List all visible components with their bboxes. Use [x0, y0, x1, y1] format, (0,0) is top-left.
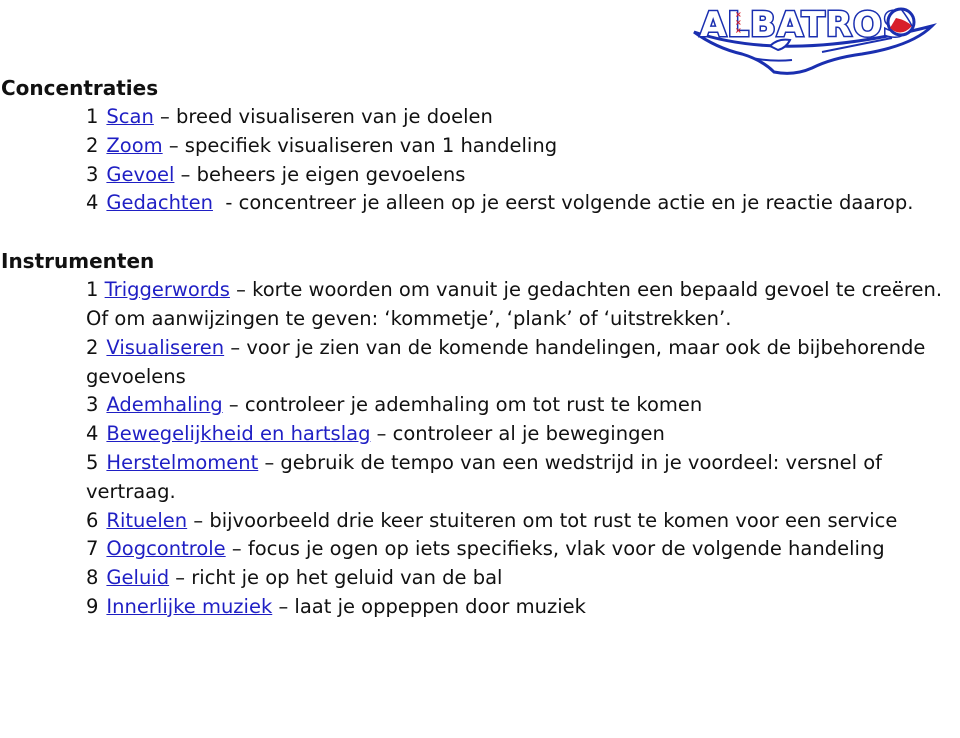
link-geluid[interactable]: Geluid	[106, 566, 169, 589]
item-number: 4	[86, 422, 99, 446]
list-item: 4 Bewegelijkheid en hartslag – controleer…	[0, 420, 960, 449]
list-item: 7 Oogcontrole – focus je ogen op iets spe…	[0, 535, 960, 564]
item-number: 8	[86, 566, 99, 590]
svg-text:×: ×	[735, 26, 742, 35]
item-separator: –	[187, 508, 210, 532]
section-title: Concentraties	[1, 76, 159, 100]
item-description: specifiek visualiseren van 1 handeling	[184, 133, 558, 157]
volleyball-icon	[886, 7, 916, 37]
amsterdam-crosses-icon: × × ×	[735, 10, 742, 35]
link-innerlijke-muziek[interactable]: Innerlijke muziek	[106, 595, 272, 618]
link-ademhaling[interactable]: Ademhaling	[106, 393, 222, 416]
item-separator: –	[169, 566, 192, 590]
link-oogcontrole[interactable]: Oogcontrole	[106, 537, 225, 560]
link-scan[interactable]: Scan	[106, 105, 153, 128]
link-gedachten[interactable]: Gedachten	[106, 191, 213, 214]
item-number: 3	[86, 162, 99, 186]
list-item: 4 Gedachten - concentreer je alleen op je…	[0, 189, 960, 218]
item-number: 6	[86, 508, 99, 532]
item-description: focus je ogen op iets specifieks, vlak v…	[247, 537, 885, 561]
item-separator: –	[224, 335, 247, 359]
item-separator: –	[229, 278, 253, 302]
item-separator: –	[370, 422, 393, 446]
item-number: 7	[86, 537, 99, 561]
link-visualiseren[interactable]: Visualiseren	[106, 336, 224, 359]
list-item: 6 Rituelen – bijvoorbeeld drie keer stuit…	[0, 507, 960, 536]
albatros-logo: ALBATROS × × ×	[682, 2, 948, 76]
item-description: beheers je eigen gevoelens	[196, 162, 466, 186]
item-separator: –	[162, 133, 185, 157]
item-description: laat je oppeppen door muziek	[294, 594, 586, 618]
item-description: concentreer je alleen op je eerst volgen…	[238, 191, 914, 215]
item-description: bijvoorbeeld drie keer stuiteren om tot …	[209, 508, 898, 532]
link-triggerwords[interactable]: Triggerwords	[105, 278, 230, 301]
link-herstelmoment[interactable]: Herstelmoment	[106, 451, 258, 474]
link-zoom[interactable]: Zoom	[106, 134, 162, 157]
item-separator: –	[225, 537, 248, 561]
item-description: controleer je ademhaling om tot rust te …	[244, 393, 703, 417]
section-concentraties: Concentraties 1 Scan – breed visualiseren…	[0, 74, 960, 218]
item-number: 1	[86, 278, 99, 302]
list-item: 3 Ademhaling – controleer je ademhaling o…	[0, 391, 960, 420]
item-number: 1	[86, 105, 99, 128]
list-item: 9 Innerlijke muziek – laat je oppeppen do…	[0, 593, 960, 622]
document-body: Concentraties 1 Scan – breed visualiseren…	[0, 74, 960, 622]
item-number: 2	[86, 335, 99, 359]
item-number: 5	[86, 450, 99, 474]
list-item: 1 Scan – breed visualiseren van je doelen	[0, 103, 960, 132]
list-item: 8 Geluid – richt je op het geluid van de …	[0, 564, 960, 593]
item-separator: –	[174, 162, 197, 186]
list-item: 2 Zoom – specifiek visualiseren van 1 han…	[0, 132, 960, 161]
item-description: controleer al je bewegingen	[392, 422, 665, 446]
item-separator: –	[272, 594, 295, 618]
item-description: breed visualiseren van je doelen	[176, 105, 493, 128]
section-title: Instrumenten	[1, 249, 155, 274]
section-instrumenten: Instrumenten 1 Triggerwords – korte woor…	[0, 247, 960, 622]
item-number: 9	[86, 594, 99, 618]
item-description: richt je op het geluid van de bal	[191, 566, 503, 590]
list-item: 2 Visualiseren – voor je zien van de kome…	[0, 334, 960, 392]
item-number: 3	[86, 393, 99, 417]
link-gevoel[interactable]: Gevoel	[106, 163, 174, 186]
list-item: 3 Gevoel – beheers je eigen gevoelens	[0, 161, 960, 190]
list-item: 5 Herstelmoment – gebruik de tempo van ee…	[0, 449, 960, 507]
link-bewegelijkheid-en-hartslag[interactable]: Bewegelijkheid en hartslag	[106, 422, 370, 445]
item-separator: -	[212, 191, 239, 215]
item-number: 2	[86, 133, 99, 157]
item-separator: –	[222, 393, 245, 417]
link-rituelen[interactable]: Rituelen	[106, 509, 187, 532]
item-separator: –	[258, 450, 281, 474]
albatros-logo-graphic: ALBATROS × × ×	[693, 4, 937, 75]
item-separator: –	[153, 105, 176, 128]
logo-text: ALBATROS	[700, 5, 908, 45]
item-number: 4	[86, 191, 99, 215]
list-item: 1 Triggerwords – korte woorden om vanuit…	[0, 276, 960, 334]
